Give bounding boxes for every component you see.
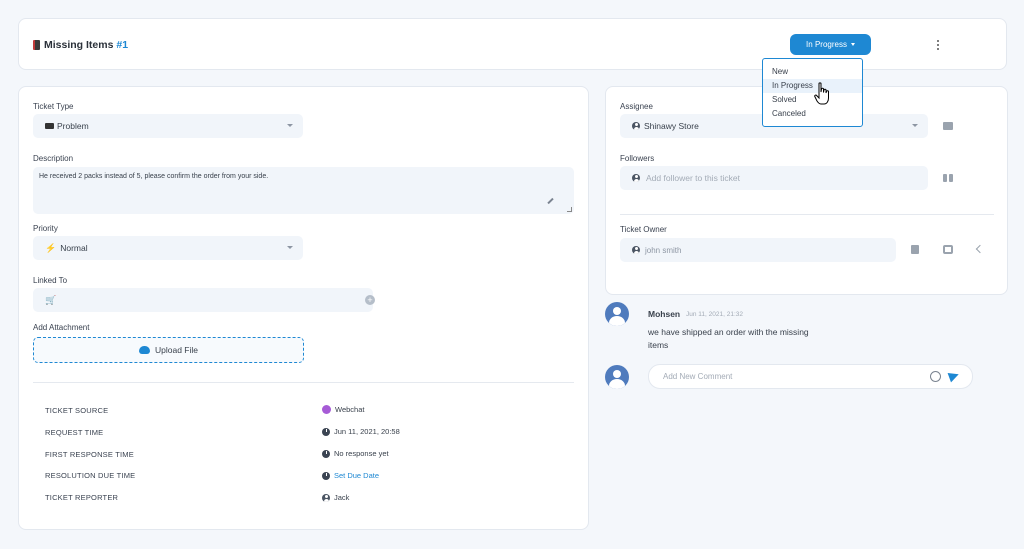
followers-label: Followers bbox=[620, 154, 655, 163]
status-option-in-progress[interactable]: In Progress bbox=[763, 79, 862, 93]
request-time-value: Jun 11, 2021, 20:58 bbox=[322, 427, 400, 436]
hand-cursor-icon bbox=[814, 82, 829, 105]
user-icon bbox=[322, 493, 330, 502]
status-button[interactable]: In Progress bbox=[790, 34, 871, 55]
comment-time: Jun 11, 2021, 21:32 bbox=[686, 311, 743, 318]
description-textarea[interactable]: He received 2 packs instead of 5, please… bbox=[33, 167, 574, 214]
comment-author: Mohsen bbox=[648, 309, 681, 319]
ticket-type-label: Ticket Type bbox=[33, 102, 74, 111]
ticket-owner-label: Ticket Owner bbox=[620, 225, 667, 234]
user-icon bbox=[632, 174, 640, 182]
add-link-icon[interactable]: + bbox=[365, 295, 375, 305]
lightning-icon: ⚡ bbox=[45, 242, 57, 253]
ticket-reporter-value: Jack bbox=[322, 493, 349, 502]
status-option-canceled[interactable]: Canceled bbox=[763, 107, 862, 121]
ticket-reporter-label: TICKET REPORTER bbox=[45, 493, 119, 502]
user-icon bbox=[632, 122, 640, 130]
request-time-label: REQUEST TIME bbox=[45, 428, 104, 437]
description-label: Description bbox=[33, 154, 74, 163]
store-icon[interactable] bbox=[943, 122, 953, 130]
status-option-solved[interactable]: Solved bbox=[763, 93, 862, 107]
avatar bbox=[605, 302, 629, 326]
binoculars-icon[interactable] bbox=[943, 174, 953, 182]
upload-file-button[interactable]: Upload File bbox=[33, 337, 304, 363]
resolution-due-time-value: Set Due Date bbox=[322, 471, 379, 480]
chevron-down-icon bbox=[850, 43, 855, 46]
inbox-icon[interactable] bbox=[943, 245, 953, 254]
linked-to-label: Linked To bbox=[33, 276, 68, 285]
chevron-left-icon[interactable] bbox=[975, 244, 985, 254]
more-options-icon[interactable] bbox=[936, 40, 940, 50]
note-icon[interactable] bbox=[911, 245, 919, 254]
divider bbox=[620, 214, 994, 215]
first-response-time-label: FIRST RESPONSE TIME bbox=[45, 450, 134, 459]
ticket-details-card: Ticket Type Problem Description He recei… bbox=[18, 86, 589, 530]
clock-icon bbox=[322, 449, 330, 458]
divider bbox=[33, 382, 574, 383]
ticket-source-value: Webchat bbox=[322, 405, 364, 414]
status-dropdown-menu: New In Progress Solved Canceled bbox=[762, 58, 863, 127]
ticket-title: Missing Items #1 bbox=[44, 39, 129, 51]
chevron-down-icon bbox=[287, 246, 293, 249]
cloud-upload-icon bbox=[139, 346, 150, 354]
assignee-label: Assignee bbox=[620, 102, 653, 111]
followers-input[interactable]: Add follower to this ticket bbox=[620, 166, 928, 190]
ticket-source-label: TICKET SOURCE bbox=[45, 406, 109, 415]
send-icon[interactable] bbox=[947, 369, 961, 383]
webchat-icon bbox=[322, 405, 331, 414]
resize-handle-icon[interactable] bbox=[567, 207, 572, 212]
clock-icon bbox=[322, 427, 330, 436]
ticket-number: #1 bbox=[116, 39, 129, 51]
ticket-icon bbox=[45, 123, 54, 129]
avatar bbox=[605, 365, 629, 389]
ticket-type-select[interactable]: Problem bbox=[33, 114, 303, 138]
chevron-down-icon bbox=[287, 124, 293, 127]
first-response-time-value: No response yet bbox=[322, 449, 389, 458]
comment-text: we have shipped an order with the missin… bbox=[648, 327, 809, 350]
user-icon bbox=[632, 246, 640, 254]
ticket-book-icon bbox=[33, 40, 40, 50]
chevron-down-icon bbox=[912, 124, 918, 127]
cart-icon: 🛒 bbox=[45, 294, 57, 305]
ticket-owner-field[interactable]: john smith bbox=[620, 238, 896, 262]
set-due-date-link[interactable]: Set Due Date bbox=[334, 471, 379, 480]
clock-icon bbox=[322, 471, 330, 480]
status-button-label: In Progress bbox=[806, 40, 847, 49]
resolution-due-time-label: RESOLUTION DUE TIME bbox=[45, 471, 136, 480]
status-option-new[interactable]: New bbox=[763, 65, 862, 79]
comment-input[interactable]: Add New Comment bbox=[648, 364, 973, 389]
linked-to-field[interactable]: 🛒 + bbox=[33, 288, 375, 312]
priority-select[interactable]: ⚡ Normal bbox=[33, 236, 303, 260]
pencil-icon bbox=[547, 197, 554, 205]
add-attachment-label: Add Attachment bbox=[33, 323, 90, 332]
emoji-icon[interactable] bbox=[930, 371, 941, 382]
priority-label: Priority bbox=[33, 224, 58, 233]
